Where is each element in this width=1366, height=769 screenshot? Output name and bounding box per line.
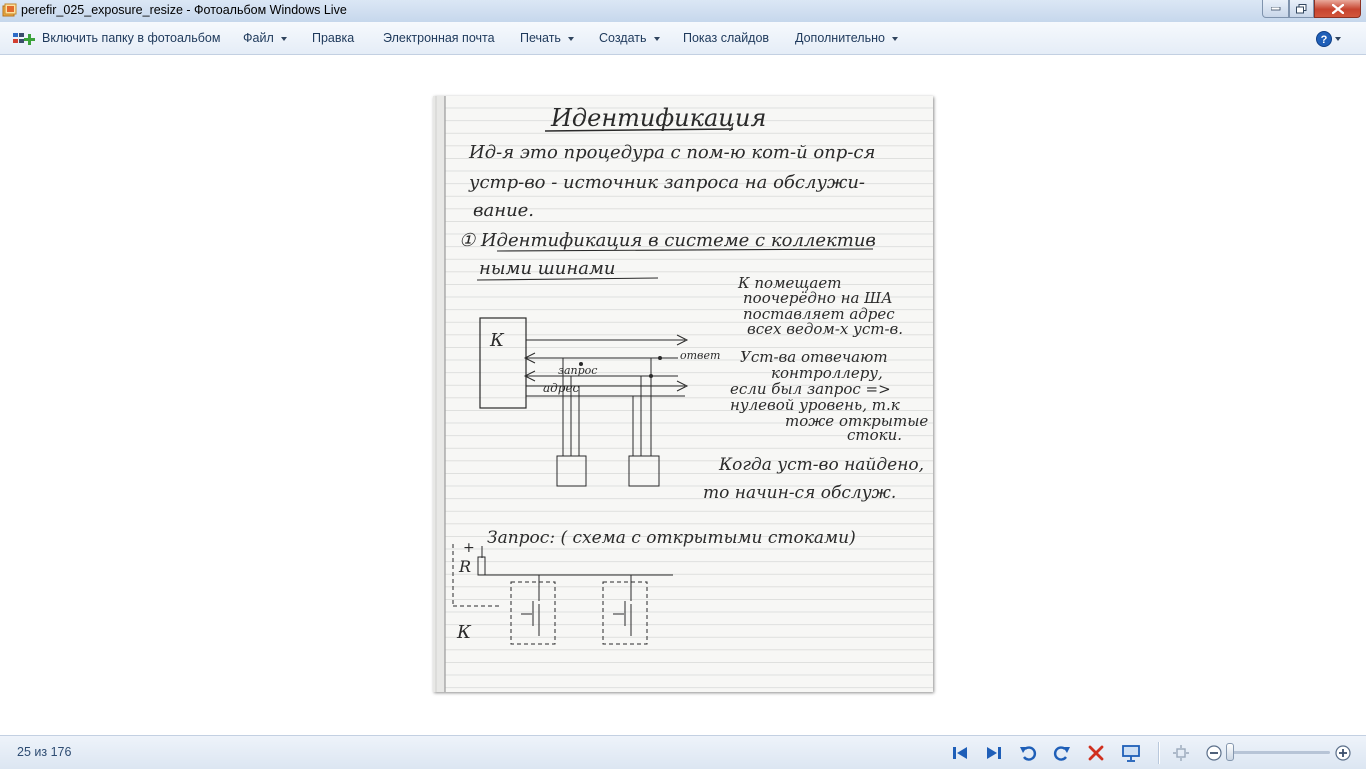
zoom-slider-track[interactable] xyxy=(1230,751,1330,754)
next-button[interactable] xyxy=(983,742,1005,764)
notes-label: К xyxy=(489,330,505,351)
photo-gallery-app-icon xyxy=(2,3,17,18)
close-window-button[interactable] xyxy=(1314,0,1361,18)
menu-email-label: Электронная почта xyxy=(383,31,495,45)
notes-line: ① Идентификация в системе с коллектив xyxy=(459,230,876,251)
help-icon: ? xyxy=(1316,30,1341,47)
menu-print[interactable]: Печать xyxy=(520,22,574,54)
zoom-out-icon xyxy=(1206,745,1222,761)
menu-extras[interactable]: Дополнительно xyxy=(795,22,898,54)
menu-file-label: Файл xyxy=(243,31,274,45)
zoom-in-icon xyxy=(1335,745,1351,761)
photo-counter: 25 из 176 xyxy=(17,745,72,759)
menu-create[interactable]: Создать xyxy=(599,22,660,54)
menu-edit-label: Правка xyxy=(312,31,355,45)
actual-size-button[interactable] xyxy=(1170,742,1192,764)
notes-line: Когда уст-во найдено, xyxy=(718,455,924,475)
minimize-icon xyxy=(1270,6,1280,10)
dropdown-caret-icon xyxy=(567,36,574,41)
slideshow-icon xyxy=(1122,745,1140,762)
dropdown-caret-icon xyxy=(653,36,660,41)
menu-bar: Включить папку в фотоальбом Файл Правка … xyxy=(0,22,1366,55)
rotate-left-button[interactable] xyxy=(1017,742,1039,764)
notes-line: вание. xyxy=(473,200,534,221)
notes-line: Ид-я это процедура с пом-ю кот-й опр-ся xyxy=(468,142,875,163)
notes-line: устр-во - источник запроса на обслужи- xyxy=(468,172,865,193)
status-bar: 25 из 176 xyxy=(0,735,1366,769)
toolbar-separator xyxy=(1158,742,1160,764)
fit-window-icon xyxy=(1173,745,1189,761)
window-title: perefir_025_exposure_resize - Фотоальбом… xyxy=(21,3,347,17)
notes-label: ответ xyxy=(680,349,720,362)
previous-button[interactable] xyxy=(949,742,971,764)
notes-label: адрес xyxy=(543,381,580,395)
include-folder-label: Включить папку в фотоальбом xyxy=(42,31,221,45)
zoom-out-button[interactable] xyxy=(1203,742,1225,764)
notes-line: всех ведом-х уст-в. xyxy=(747,320,903,338)
photo-viewer: Идентификация Ид-я это процедура с пом-ю… xyxy=(0,55,1366,735)
notes-label: К xyxy=(456,622,472,643)
rotate-right-icon xyxy=(1053,746,1070,761)
notebook-page: Идентификация Ид-я это процедура с пом-ю… xyxy=(433,96,933,692)
restore-icon xyxy=(1296,3,1307,13)
title-bar: perefir_025_exposure_resize - Фотоальбом… xyxy=(0,0,1366,23)
photo-image: Идентификация Ид-я это процедура с пом-ю… xyxy=(433,96,933,692)
rotate-right-button[interactable] xyxy=(1051,742,1073,764)
zoom-in-button[interactable] xyxy=(1332,742,1354,764)
notes-label: + xyxy=(463,540,475,556)
slideshow-button[interactable] xyxy=(1120,742,1142,764)
next-icon xyxy=(987,747,1001,759)
rotate-left-icon xyxy=(1020,746,1037,761)
previous-icon xyxy=(953,747,967,759)
menu-extras-label: Дополнительно xyxy=(795,31,885,45)
menu-create-label: Создать xyxy=(599,31,647,45)
menu-email[interactable]: Электронная почта xyxy=(383,22,495,54)
notes-line: то начин-ся обслуж. xyxy=(703,483,896,503)
notes-title: Идентификация xyxy=(550,104,766,132)
menu-edit[interactable]: Правка xyxy=(312,22,354,54)
close-icon xyxy=(1331,3,1344,14)
notes-line: Запрос: ( схема с открытыми стоками) xyxy=(487,528,856,548)
notes-label: R xyxy=(458,557,471,576)
dropdown-caret-icon xyxy=(891,36,898,41)
menu-print-label: Печать xyxy=(520,31,561,45)
minimize-button[interactable] xyxy=(1262,0,1289,18)
maximize-button[interactable] xyxy=(1289,0,1314,18)
dropdown-caret-icon xyxy=(280,36,287,41)
zoom-slider-thumb[interactable] xyxy=(1226,743,1234,761)
notes-line: ными шинами xyxy=(479,258,616,279)
menu-slideshow-label: Показ слайдов xyxy=(683,31,770,45)
notes-line: стоки. xyxy=(847,426,902,444)
include-folder-button[interactable]: Включить папку в фотоальбом xyxy=(12,22,220,54)
svg-text:?: ? xyxy=(1321,34,1328,46)
delete-button[interactable] xyxy=(1085,742,1107,764)
help-button[interactable]: ? xyxy=(1316,22,1342,54)
notes-label: запрос xyxy=(558,364,597,377)
menu-file[interactable]: Файл xyxy=(243,22,287,54)
delete-icon xyxy=(1088,745,1104,761)
add-folder-icon xyxy=(13,32,35,45)
menu-slideshow[interactable]: Показ слайдов xyxy=(683,22,769,54)
